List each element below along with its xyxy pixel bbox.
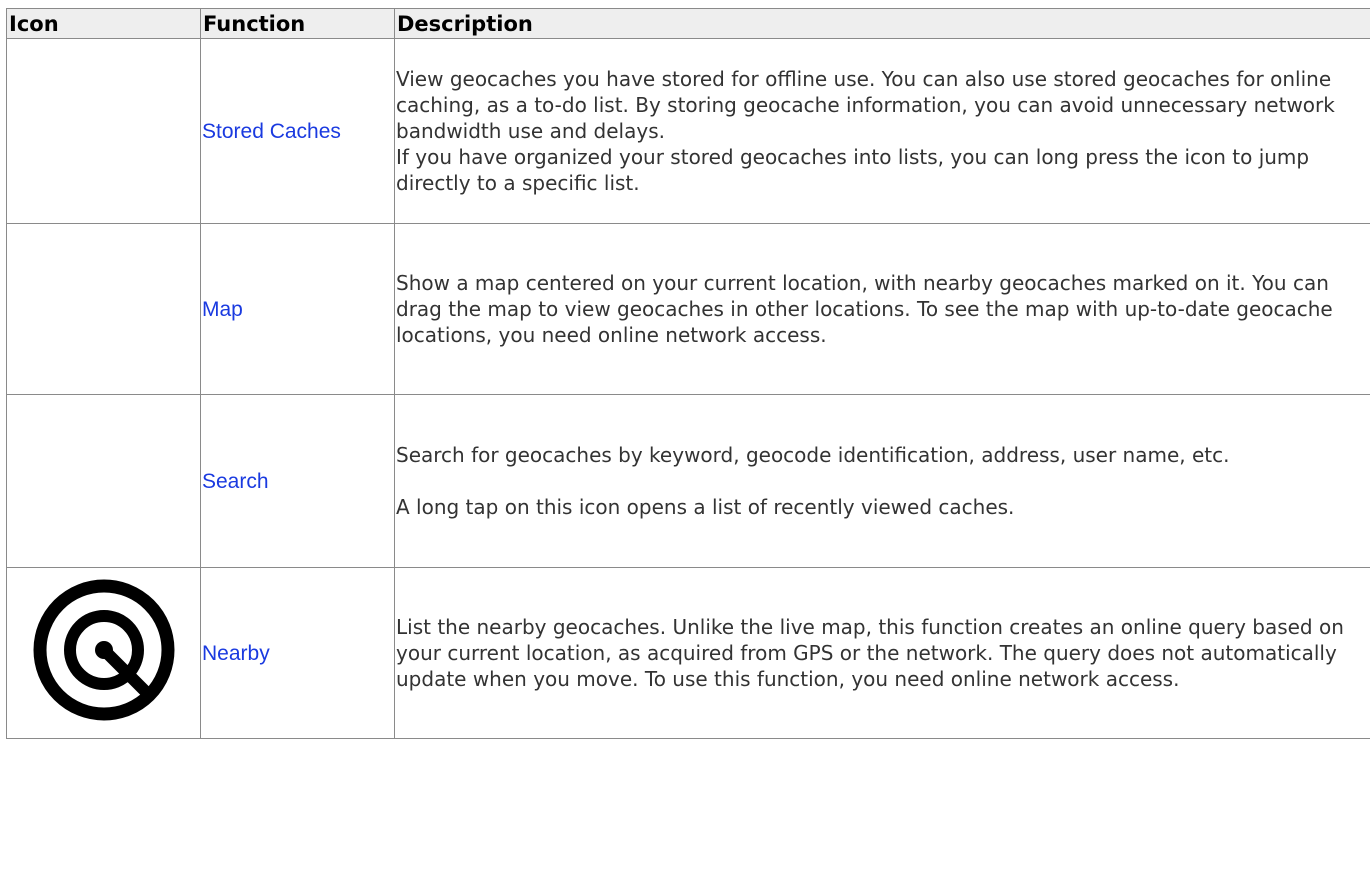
icon-cell-search — [6, 394, 201, 568]
description-text: Show a map centered on your current loca… — [396, 271, 1333, 347]
description-cell-stored-caches: View geocaches you have stored for offli… — [394, 38, 1370, 224]
table-row-nearby: Nearby List the nearby geocaches. Unlike… — [6, 567, 1370, 739]
function-cell-nearby: Nearby — [200, 567, 395, 739]
table-row-search: Search Search for geocaches by keyword, … — [6, 394, 1370, 568]
description-text: If you have organized your stored geocac… — [396, 145, 1310, 195]
nearby-link[interactable]: Nearby — [202, 642, 270, 665]
header-function: Function — [200, 8, 395, 39]
description-cell-map: Show a map centered on your current loca… — [394, 223, 1370, 395]
table-row-map: Map Show a map centered on your current … — [6, 223, 1370, 395]
icon-cell-stored-caches — [6, 38, 201, 224]
description-text: View geocaches you have stored for offli… — [396, 67, 1335, 143]
header-icon: Icon — [6, 8, 201, 39]
description-cell-nearby: List the nearby geocaches. Unlike the li… — [394, 567, 1370, 739]
description-text: Search for geocaches by keyword, geocode… — [396, 443, 1230, 467]
table-row-stored-caches: Stored Caches View geocaches you have st… — [6, 38, 1370, 224]
icon-cell-map — [6, 223, 201, 395]
stored-caches-link[interactable]: Stored Caches — [202, 120, 341, 143]
table-header-row: Icon Function Description — [6, 8, 1370, 39]
function-cell-stored-caches: Stored Caches — [200, 38, 395, 224]
map-link[interactable]: Map — [202, 298, 243, 321]
nearby-target-icon[interactable] — [29, 575, 179, 725]
icon-cell-nearby — [6, 567, 201, 739]
description-text: List the nearby geocaches. Unlike the li… — [396, 615, 1344, 691]
description-text: A long tap on this icon opens a list of … — [396, 495, 1015, 519]
function-cell-search: Search — [200, 394, 395, 568]
header-description: Description — [394, 8, 1370, 39]
function-cell-map: Map — [200, 223, 395, 395]
function-table: Icon Function Description Stored Caches … — [6, 8, 1370, 739]
description-cell-search: Search for geocaches by keyword, geocode… — [394, 394, 1370, 568]
search-link[interactable]: Search — [202, 470, 269, 493]
